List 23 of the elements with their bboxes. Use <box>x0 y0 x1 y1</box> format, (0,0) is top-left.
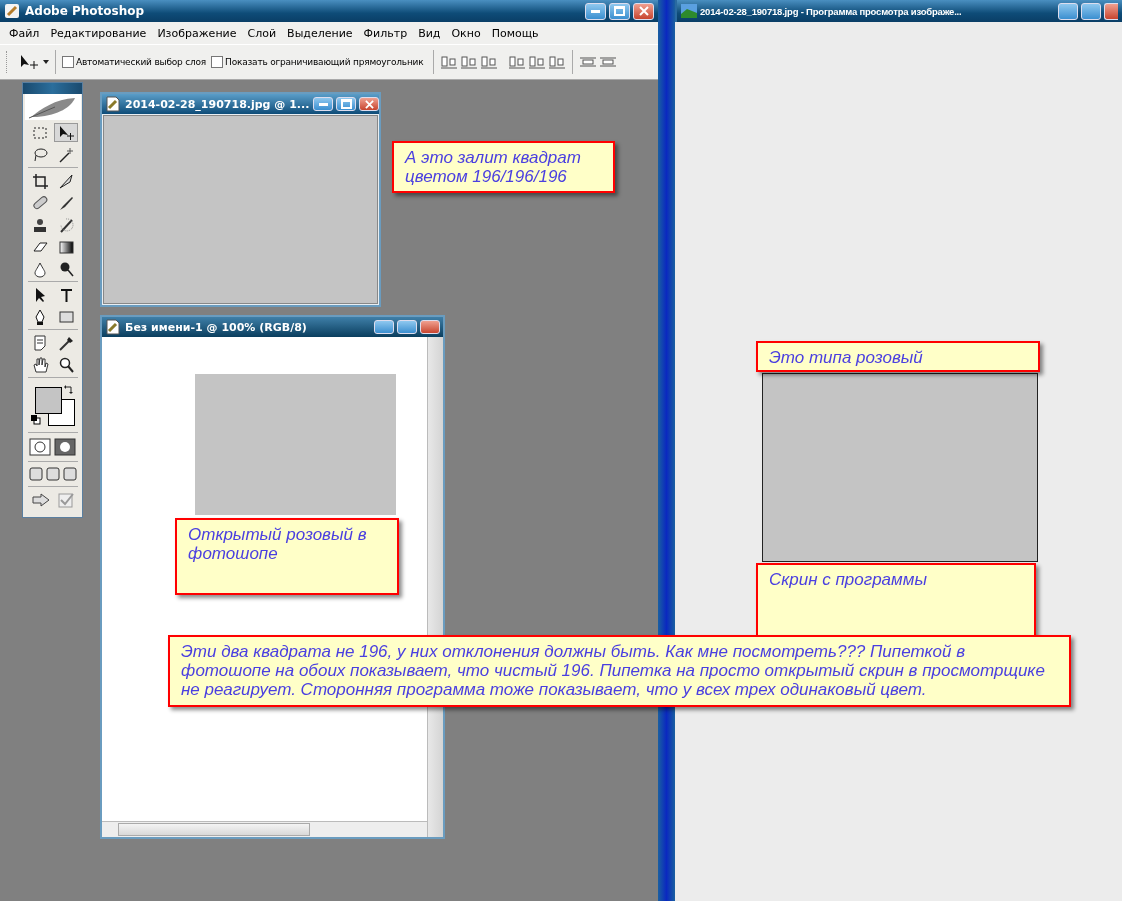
document-window[interactable]: 2014-02-28_190718.jpg @ 1... <box>100 92 381 307</box>
callout-note: Открытый розовый в фотошопе <box>175 518 399 595</box>
menu-item[interactable]: Выделение <box>282 26 359 40</box>
document-title-bar[interactable]: Без имени-1 @ 100% (RGB/8) <box>102 317 443 337</box>
checkbox-label: Автоматический выбор слоя <box>76 57 207 67</box>
menu-item[interactable]: Слой <box>242 26 283 40</box>
document-title: 2014-02-28_190718.jpg @ 1... <box>125 97 310 111</box>
callout-note: Эти два квадрата не 196, у них отклонения должны быть. Как мне посмотреть??? Пипеткой в фотошопе на обоих показывает, что чистый 196. Пипетка на просто открытый скрин в просмотрщике не реагирует. Сторонняя программа тоже показывает, что у всех трех одинаковый цвет. <box>168 635 1071 707</box>
callout-note: Это типа розовый <box>756 341 1040 372</box>
menu-item[interactable]: Вид <box>413 26 447 40</box>
menu-item[interactable]: Изображение <box>152 26 243 40</box>
document-title: Без имени-1 @ 100% (RGB/8) <box>125 320 308 334</box>
menu-item[interactable]: Файл <box>4 26 46 40</box>
menu-item[interactable]: Редактирование <box>45 26 153 40</box>
callout-note: Скрин с программы <box>756 563 1036 638</box>
menu-item[interactable]: Помощь <box>486 26 545 40</box>
window-title: Adobe Photoshop <box>25 4 146 18</box>
checkbox-label: Показать ограничивающий прямоугольник <box>225 57 424 67</box>
document-title-bar[interactable]: 2014-02-28_190718.jpg @ 1... <box>102 94 379 114</box>
window-title: 2014-02-28_190718.jpg - Программа просмотра изображе... <box>700 5 963 17</box>
callout-note: А это залит квадрат цветом 196/196/196 <box>392 141 615 193</box>
menu-item[interactable]: Фильтр <box>358 26 414 40</box>
menu-item[interactable]: Окно <box>446 26 487 40</box>
